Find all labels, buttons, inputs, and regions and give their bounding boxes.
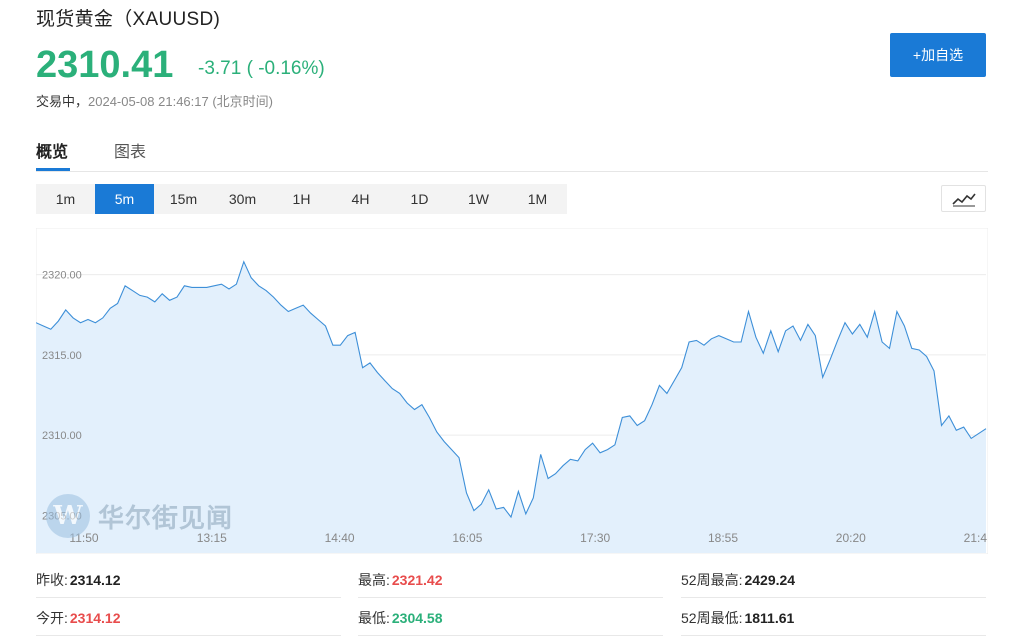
- x-tick-label: 21:4: [964, 531, 988, 545]
- x-tick-label: 17:30: [580, 531, 610, 545]
- range-1mo[interactable]: 1M: [508, 184, 567, 214]
- stat-label: 昨收:: [36, 572, 68, 588]
- stat-high: 最高: 2321.42: [358, 560, 663, 598]
- stat-value: 1811.61: [744, 610, 795, 626]
- range-5m[interactable]: 5m: [95, 184, 154, 214]
- watermark: W 华尔街见闻: [46, 494, 233, 538]
- range-30m[interactable]: 30m: [213, 184, 272, 214]
- chart-type-button[interactable]: [941, 185, 986, 212]
- x-tick-label: 14:40: [325, 531, 355, 545]
- add-watchlist-button[interactable]: +加自选: [890, 33, 986, 77]
- stat-label: 今开:: [36, 610, 68, 626]
- stat-open: 今开: 2314.12: [36, 598, 341, 636]
- trading-status: 交易中，2024-05-08 21:46:17 (北京时间): [36, 91, 273, 110]
- range-4h[interactable]: 4H: [331, 184, 390, 214]
- y-tick-label: 2315.00: [42, 350, 82, 362]
- stat-low: 最低: 2304.58: [358, 598, 663, 636]
- page-title: 现货黄金（XAUUSD): [36, 9, 221, 30]
- y-tick-label: 2320.00: [42, 270, 82, 282]
- line-chart-icon: [951, 193, 976, 206]
- watermark-logo: W: [46, 494, 90, 538]
- stat-52w-low: 52周最低: 1811.61: [681, 598, 986, 636]
- range-1m[interactable]: 1m: [36, 184, 95, 214]
- watermark-text: 华尔街见闻: [98, 503, 234, 534]
- x-tick-label: 18:55: [708, 531, 738, 545]
- stat-label: 最高:: [358, 572, 390, 588]
- range-15m[interactable]: 15m: [154, 184, 213, 214]
- stat-label: 52周最低:: [681, 610, 743, 626]
- range-1d[interactable]: 1D: [390, 184, 449, 214]
- stat-value: 2314.12: [69, 572, 121, 588]
- timestamp: 2024-05-08 21:46:17 (北京时间): [88, 94, 273, 109]
- range-1w[interactable]: 1W: [449, 184, 508, 214]
- range-selector: 1m 5m 15m 30m 1H 4H 1D 1W 1M: [36, 184, 567, 214]
- tab-overview[interactable]: 概览: [36, 138, 68, 162]
- range-1h[interactable]: 1H: [272, 184, 331, 214]
- stat-52w-high: 52周最高: 2429.24: [681, 560, 986, 598]
- tab-bar: 概览 图表: [36, 136, 988, 172]
- current-price: 2310.41: [36, 44, 174, 86]
- status-label: 交易中，: [36, 94, 89, 109]
- stat-value: 2304.58: [391, 610, 443, 626]
- stat-value: 2314.12: [69, 610, 121, 626]
- stat-value: 2429.24: [744, 572, 796, 588]
- x-tick-label: 16:05: [452, 531, 482, 545]
- x-tick-label: 20:20: [836, 531, 866, 545]
- stat-value: 2321.42: [391, 572, 443, 588]
- stat-prev-close: 昨收: 2314.12: [36, 560, 341, 598]
- price-change: -3.71 ( -0.16%): [198, 58, 325, 79]
- active-tab-indicator: [36, 168, 70, 171]
- tab-chart[interactable]: 图表: [114, 138, 146, 162]
- y-tick-label: 2310.00: [42, 430, 82, 442]
- stat-label: 52周最高:: [681, 572, 743, 588]
- stat-label: 最低:: [358, 610, 390, 626]
